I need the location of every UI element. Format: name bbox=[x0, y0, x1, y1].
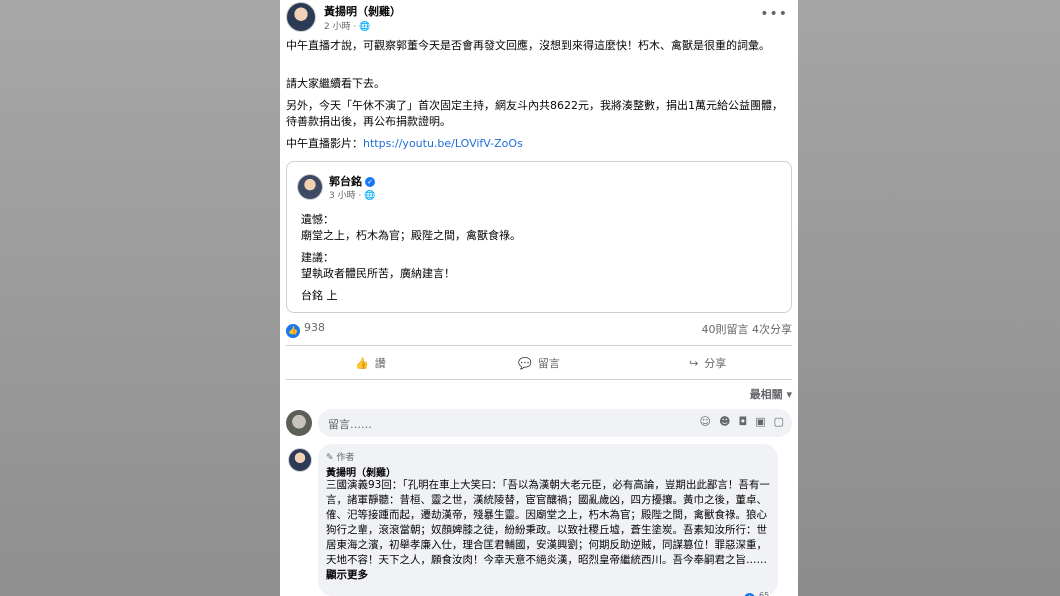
post-paragraph-3: 另外，今天「午休不演了」首次固定主持，網友斗內共8622元，我將湊整數，捐出1萬… bbox=[286, 99, 783, 128]
comments-count[interactable]: 40則留言 bbox=[702, 323, 749, 336]
share-arrow-icon: ↪ bbox=[689, 356, 699, 370]
background-left bbox=[0, 0, 280, 596]
shares-count[interactable]: 4次分享 bbox=[752, 323, 792, 336]
sticker-icon[interactable]: ▢ bbox=[774, 415, 784, 428]
author-badge: ✎ 作者 bbox=[326, 453, 355, 463]
post-paragraph-4: 中午直播影片：https://youtu.be/LOVifV-ZoOs bbox=[286, 136, 792, 152]
author-avatar[interactable] bbox=[286, 2, 316, 32]
divider bbox=[286, 379, 792, 380]
comment-sort-dropdown[interactable]: 最相關 ▾ bbox=[750, 386, 792, 402]
post-card: 黃揚明（剝雞） 2 小時 · 🌐 ••• 中午直播才說，可觀察郭董今天是否會再發… bbox=[280, 0, 798, 596]
shared-author-name[interactable]: 郭台銘 ✓ bbox=[329, 173, 375, 189]
speech-bubble-icon: 💬 bbox=[518, 356, 532, 370]
emoji-icon[interactable]: ☻ bbox=[719, 415, 730, 428]
gif-icon[interactable]: ▣ bbox=[755, 415, 765, 428]
likes-summary[interactable]: 👍 938 bbox=[286, 321, 325, 338]
post-paragraph-1: 中午直播才說，可觀察郭董今天是否會再發文回應，沒想到來得這麼快！朽木、禽獸是很重… bbox=[286, 39, 770, 52]
post-paragraph-2: 請大家繼續看下去。 bbox=[286, 77, 385, 90]
divider bbox=[286, 345, 792, 346]
reaction-stats: 👍 938 40則留言 4次分享 bbox=[286, 320, 792, 338]
shared-post[interactable]: 郭台銘 ✓ 3 小時 · 🌐 遺憾： 廟堂之上，朽木為官；殿陛之間，禽獸食祿。 建… bbox=[286, 161, 792, 313]
like-reaction-icon: 👍 bbox=[286, 324, 300, 338]
share-button[interactable]: ↪ 分享 bbox=[623, 348, 792, 378]
more-options-button[interactable]: ••• bbox=[760, 6, 788, 22]
comment-text: 三國演義93回：「孔明在車上大笑曰：「吾以為漢朝大老元臣，必有高論，豈期出此鄙言… bbox=[326, 479, 770, 581]
author-name[interactable]: 黃揚明（剝雞） bbox=[324, 3, 401, 19]
video-label: 中午直播影片： bbox=[286, 137, 363, 150]
camera-icon[interactable]: ◘ bbox=[738, 415, 747, 428]
shared-line: 望執政者體民所苦，廣納建言！ bbox=[301, 267, 455, 280]
see-more-link[interactable]: 顯示更多 bbox=[326, 569, 368, 581]
comment-reaction-count[interactable]: 👍65 bbox=[744, 591, 769, 596]
shared-line: 廟堂之上，朽木為官；殿陛之間，禽獸食祿。 bbox=[301, 229, 521, 242]
video-link[interactable]: https://youtu.be/LOVifV-ZoOs bbox=[363, 137, 523, 150]
post-header: 黃揚明（剝雞） 2 小時 · 🌐 ••• bbox=[286, 2, 792, 34]
like-button[interactable]: 👍 讚 bbox=[286, 348, 455, 378]
comment-button[interactable]: 💬 留言 bbox=[455, 348, 624, 378]
verified-badge-icon: ✓ bbox=[365, 177, 375, 187]
comment-author-avatar[interactable] bbox=[288, 448, 312, 472]
chevron-down-icon: ▾ bbox=[786, 388, 792, 401]
post-timestamp[interactable]: 2 小時 · 🌐 bbox=[324, 19, 370, 32]
avatar-sticker-icon[interactable]: ☺ bbox=[700, 415, 711, 428]
comment-bubble: ✎ 作者 黃揚明（剝雞） 三國演義93回：「孔明在車上大笑曰：「吾以為漢朝大老元… bbox=[318, 444, 778, 596]
shared-signature: 台銘 上 bbox=[301, 289, 338, 302]
current-user-avatar[interactable] bbox=[286, 410, 312, 436]
comment-input[interactable]: 留言…… ☺ ☻ ◘ ▣ ▢ bbox=[318, 409, 792, 437]
shared-line: 建議： bbox=[301, 251, 334, 264]
globe-icon: 🌐 bbox=[364, 191, 376, 201]
globe-icon: 🌐 bbox=[359, 22, 371, 32]
post-actions: 👍 讚 💬 留言 ↪ 分享 bbox=[286, 348, 792, 378]
background-right bbox=[798, 0, 1060, 596]
pencil-icon: ✎ bbox=[326, 453, 334, 463]
thumbs-up-icon: 👍 bbox=[354, 356, 369, 370]
comment-author-name[interactable]: 黃揚明（剝雞） bbox=[326, 464, 396, 479]
shared-line: 遺憾： bbox=[301, 213, 334, 226]
shared-author-avatar[interactable] bbox=[297, 174, 323, 200]
shared-timestamp[interactable]: 3 小時 · 🌐 bbox=[329, 188, 375, 201]
